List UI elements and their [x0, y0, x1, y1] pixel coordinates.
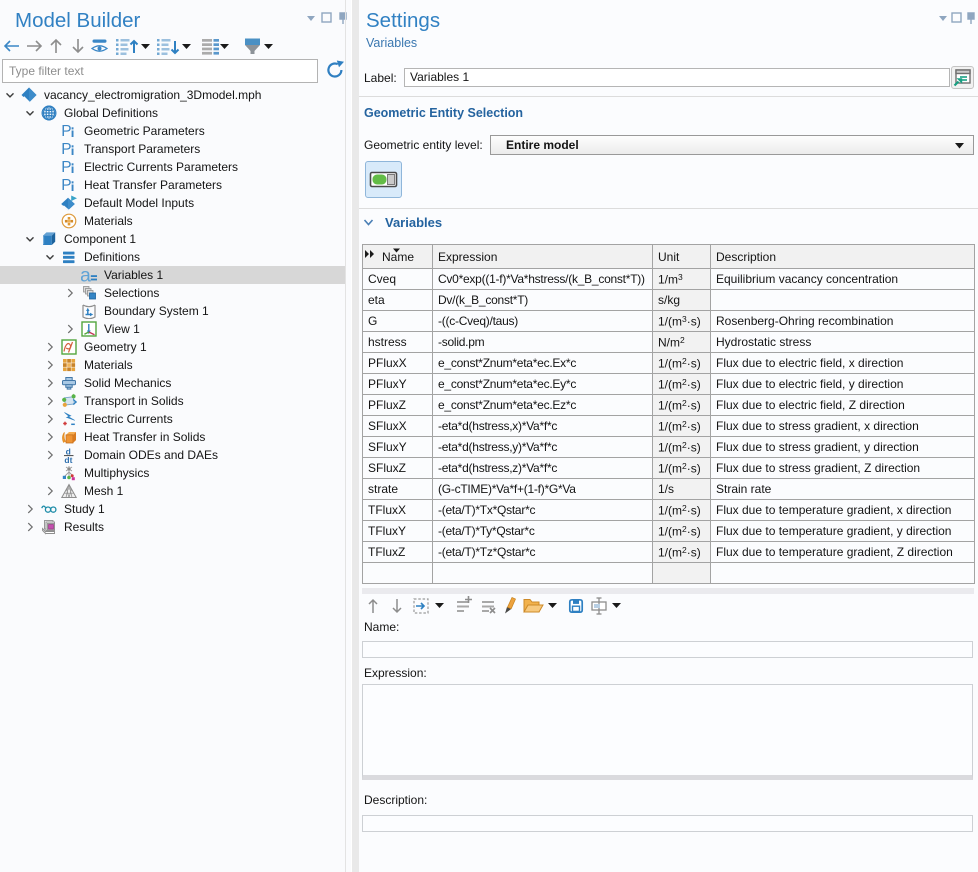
svg-text:P: P: [61, 177, 71, 193]
svg-text:P: P: [61, 141, 71, 157]
svg-text:a: a: [81, 267, 91, 283]
svg-text:P: P: [61, 159, 71, 175]
svg-text:P: P: [61, 123, 71, 139]
svg-text:dt: dt: [64, 455, 72, 463]
